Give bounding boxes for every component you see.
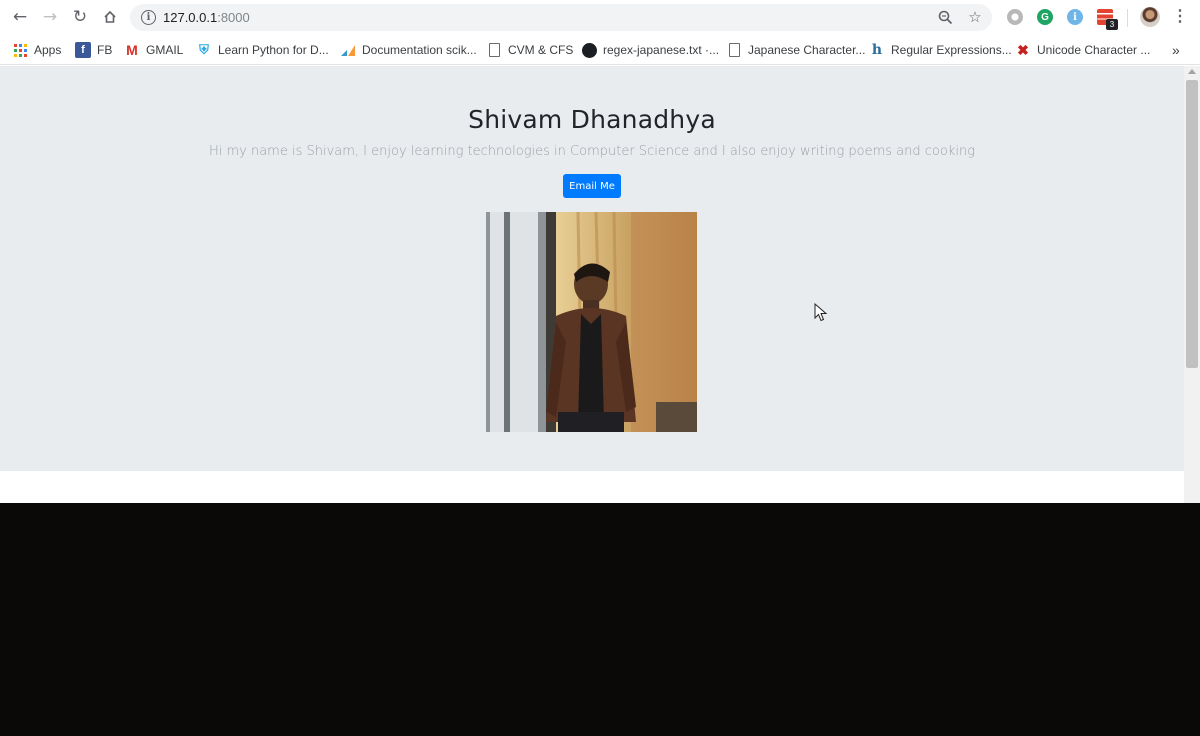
bookmark-learn-python[interactable]: ⛨ Learn Python for D... — [196, 40, 329, 60]
apps-grid-icon — [12, 42, 28, 58]
scikit-learn-icon — [340, 42, 356, 58]
profile-photo — [486, 212, 697, 432]
page-scrollbar[interactable] — [1184, 66, 1200, 503]
shield-icon: ⛨ — [199, 42, 209, 57]
bookmark-regex-japanese[interactable]: regex-japanese.txt ·... — [581, 40, 719, 60]
zoom-icon[interactable] — [936, 8, 954, 26]
bookmark-label: GMAIL — [146, 43, 184, 57]
bookmark-japanese-character[interactable]: Japanese Character... — [726, 40, 865, 60]
document-icon — [486, 42, 502, 58]
github-icon — [581, 42, 597, 58]
bookmark-label: regex-japanese.txt ·... — [603, 43, 720, 57]
facebook-icon: f — [75, 42, 91, 58]
back-arrow-icon[interactable]: ← — [10, 7, 30, 27]
bookmark-cvm-cfs[interactable]: CVM & CFS — [486, 40, 573, 60]
page-title: Shivam Dhanadhya — [468, 105, 716, 134]
bookmark-label: CVM & CFS — [508, 43, 574, 57]
bookmark-gmail[interactable]: M GMAIL — [124, 40, 183, 60]
intro-text: Hi my name is Shivam, I enjoy learning t… — [208, 144, 976, 159]
bookmark-scikit-docs[interactable]: Documentation scik... — [340, 40, 477, 60]
url-text[interactable]: 127.0.0.1:8000 — [163, 10, 250, 25]
bookmark-label: Learn Python for D... — [218, 43, 329, 57]
bookmark-unicode-character[interactable]: ✖ Unicode Character ... — [1015, 40, 1150, 60]
extension-badge: 3 — [1106, 19, 1118, 30]
bookmarks-overflow-icon[interactable]: » — [1172, 42, 1180, 58]
profile-avatar[interactable] — [1140, 7, 1160, 27]
scroll-up-arrow-icon[interactable] — [1188, 69, 1196, 74]
bookmark-label: FB — [97, 43, 113, 57]
reload-icon[interactable]: ↻ — [70, 7, 90, 27]
address-bar[interactable]: i 127.0.0.1:8000 ☆ — [130, 4, 992, 31]
jumbotron: Shivam Dhanadhya Hi my name is Shivam, I… — [0, 66, 1184, 471]
grammarly-icon[interactable]: G — [1037, 9, 1053, 25]
bookmark-fb[interactable]: f FB — [75, 40, 112, 60]
scrollbar-thumb[interactable] — [1186, 80, 1198, 368]
browser-toolbar: ← → ↻ i 127.0.0.1:8000 ☆ G i 3 ⋮ — [0, 0, 1200, 35]
hm-icon: h — [871, 42, 883, 58]
bookmark-apps[interactable]: Apps — [12, 40, 61, 60]
browser-menu-icon[interactable]: ⋮ — [1172, 7, 1188, 27]
extension-circle-icon[interactable] — [1007, 9, 1023, 25]
bookmarks-bar: Apps f FB M GMAIL ⛨ Learn Python for D..… — [0, 35, 1200, 65]
toolbar-divider — [1127, 9, 1128, 27]
home-icon[interactable] — [100, 7, 120, 27]
bookmark-label: Apps — [34, 43, 62, 57]
bookmark-label: Regular Expressions... — [891, 43, 1012, 57]
bookmark-star-icon[interactable]: ☆ — [966, 8, 984, 26]
bookmark-label: Documentation scik... — [362, 43, 477, 57]
bookmark-regular-expressions[interactable]: h Regular Expressions... — [869, 40, 1012, 60]
document-icon — [726, 42, 742, 58]
bookmark-label: Unicode Character ... — [1037, 43, 1151, 57]
info-extension-icon[interactable]: i — [1067, 9, 1083, 25]
gmail-icon: M — [126, 42, 138, 58]
url-port: :8000 — [217, 10, 250, 25]
page-viewport: Shivam Dhanadhya Hi my name is Shivam, I… — [0, 66, 1184, 503]
unicode-icon: ✖ — [1017, 41, 1029, 58]
email-me-button[interactable]: Email Me — [563, 174, 621, 198]
site-info-icon[interactable]: i — [141, 10, 156, 25]
mouse-cursor-icon — [814, 302, 828, 323]
browser-window: ← → ↻ i 127.0.0.1:8000 ☆ G i 3 ⋮ Apps f … — [0, 0, 1200, 503]
forward-arrow-icon[interactable]: → — [40, 7, 60, 27]
url-host: 127.0.0.1 — [163, 10, 218, 25]
bookmark-label: Japanese Character... — [748, 43, 866, 57]
